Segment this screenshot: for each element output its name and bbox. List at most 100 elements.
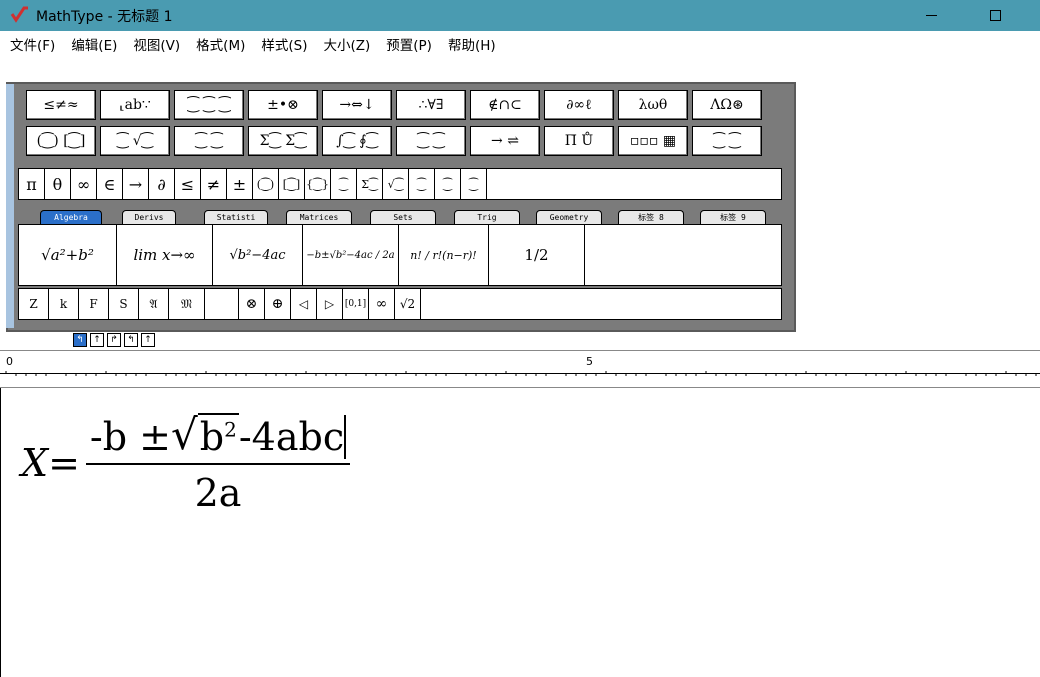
summations-palette-button[interactable]: Σ⁐ Σ⁐ (248, 126, 318, 156)
palette-row-2: (⁐) [⁐] ⁐ √⁐ ⁐ ⁐ Σ⁐ Σ⁐ ∫⁐ ∮⁐ ⁐ ⁐ → ⇌ Π̄ … (26, 126, 766, 156)
symbol-plus-minus[interactable]: ± (227, 169, 253, 199)
integrals-palette-button[interactable]: ∫⁐ ∮⁐ (322, 126, 392, 156)
logic-palette-button[interactable]: ∴∀∃ (396, 90, 466, 120)
symbol-empty-slot[interactable] (205, 289, 239, 319)
symbol-s[interactable]: S (109, 289, 139, 319)
products-palette-button[interactable]: Π̄ Ů (544, 126, 614, 156)
align-up-alt-icon[interactable]: ↑ (141, 333, 155, 347)
menu-view[interactable]: 视图(V) (127, 32, 186, 56)
symbol-infinity[interactable]: ∞ (71, 169, 97, 199)
fractions-radicals-palette-button[interactable]: ⁐ √⁐ (100, 126, 170, 156)
alignment-bar: ↰ ↑ ↱ ↰ ↑ (73, 333, 158, 347)
greek-lower-palette-button[interactable]: λωθ (618, 90, 688, 120)
embellishments-palette-button[interactable]: ⁐ ⁐ ⁐ (174, 90, 244, 120)
symbol-infinity-2[interactable]: ∞ (369, 289, 395, 319)
fences-palette-button[interactable]: (⁐) [⁐] (26, 126, 96, 156)
palette-row-1: ≤≠≈ ⸤ab∵ ⁐ ⁐ ⁐ ±•⊗ →⇔↓ ∴∀∃ ∉∩⊂ ∂∞ℓ λωθ Λ… (26, 90, 766, 120)
radicand: b2 (197, 413, 239, 459)
symbol-otimes[interactable]: ⊗ (239, 289, 265, 319)
menu-edit[interactable]: 编辑(E) (65, 32, 123, 56)
equation-equals: = (48, 440, 80, 485)
template-quadratic[interactable]: −b±√b²−4ac / 2a (303, 225, 399, 285)
symbol-element-of[interactable]: ∈ (97, 169, 123, 199)
template-superscript[interactable]: ⁐ (409, 169, 435, 199)
template-sqrt[interactable]: √⁐ (383, 169, 409, 199)
menu-preferences[interactable]: 预置(P) (380, 32, 438, 56)
toolbar-drag-handle[interactable] (6, 84, 14, 328)
greek-upper-palette-button[interactable]: ΛΩ⊛ (692, 90, 762, 120)
boxes-palette-button[interactable]: ⁐ ⁐ (692, 126, 762, 156)
symbol-fraktur-a[interactable]: 𝔄 (139, 289, 169, 319)
symbol-fraktur-m[interactable]: 𝔐 (169, 289, 205, 319)
template-sub-superscript[interactable]: ⁐ (461, 169, 487, 199)
tab-trig[interactable]: Trig (454, 210, 520, 224)
bars-palette-button[interactable]: ⁐ ⁐ (396, 126, 466, 156)
template-braces[interactable]: {⁐} (305, 169, 331, 199)
template-parens[interactable]: (⁐) (253, 169, 279, 199)
align-left-icon[interactable]: ↰ (73, 333, 87, 347)
symbol-leq[interactable]: ≤ (175, 169, 201, 199)
template-sum[interactable]: Σ⁐ (357, 169, 383, 199)
tab-matrices[interactable]: Matrices (286, 210, 352, 224)
equation[interactable]: X = -b ± √ b2 -4abc 2a (21, 410, 351, 515)
minimize-button[interactable] (908, 0, 954, 31)
menu-size[interactable]: 大小(Z) (317, 32, 376, 56)
symbol-f[interactable]: F (79, 289, 109, 319)
ruler-ticks (5, 371, 1037, 376)
equation-editor[interactable]: X = -b ± √ b2 -4abc 2a (0, 388, 1040, 677)
template-limit[interactable]: lim x→∞ (117, 225, 213, 285)
mathtype-logo-icon (10, 6, 28, 23)
template-fraction[interactable]: ⁐ (331, 169, 357, 199)
relations-palette-button[interactable]: ≤≠≈ (26, 90, 96, 120)
tab-algebra[interactable]: Algebra (40, 210, 102, 224)
tab-geometry[interactable]: Geometry (536, 210, 602, 224)
ruler[interactable]: 0 5 (0, 350, 1040, 388)
menu-style[interactable]: 样式(S) (255, 32, 313, 56)
window-title: MathType - 无标题 1 (36, 9, 173, 25)
menu-format[interactable]: 格式(M) (190, 32, 251, 56)
symbol-pi[interactable]: π (19, 169, 45, 199)
scripts-palette-button[interactable]: ⁐ ⁐ (174, 126, 244, 156)
maximize-button[interactable] (972, 0, 1018, 31)
symbol-sqrt-2[interactable]: √2 (395, 289, 421, 319)
symbol-theta[interactable]: θ (45, 169, 71, 199)
menu-file[interactable]: 文件(F) (4, 32, 61, 56)
tab-label-8[interactable]: 标签 8 (618, 210, 684, 224)
symbol-right-arrow[interactable]: → (123, 169, 149, 199)
symbol-z[interactable]: Z (19, 289, 49, 319)
symbol-left-triangle[interactable]: ◁ (291, 289, 317, 319)
tab-derivs[interactable]: Derivs (122, 210, 176, 224)
align-left-alt-icon[interactable]: ↰ (124, 333, 138, 347)
template-discriminant[interactable]: √b²−4ac (213, 225, 303, 285)
symbol-neq[interactable]: ≠ (201, 169, 227, 199)
symbol-k[interactable]: k (49, 289, 79, 319)
misc-palette-button[interactable]: ∂∞ℓ (544, 90, 614, 120)
arrows-palette-button[interactable]: →⇔↓ (322, 90, 392, 120)
labeled-arrows-palette-button[interactable]: → ⇌ (470, 126, 540, 156)
template-hypotenuse[interactable]: √a²+b² (19, 225, 117, 285)
sets-palette-button[interactable]: ∉∩⊂ (470, 90, 540, 120)
align-right-icon[interactable]: ↱ (107, 333, 121, 347)
template-one-half[interactable]: 1/2 (489, 225, 585, 285)
menu-help[interactable]: 帮助(H) (442, 32, 502, 56)
spaces-palette-button[interactable]: ⸤ab∵ (100, 90, 170, 120)
template-subscript[interactable]: ⁐ (435, 169, 461, 199)
matrices-palette-button[interactable]: ▫▫▫ ▦ (618, 126, 688, 156)
symbol-partial[interactable]: ∂ (149, 169, 175, 199)
operators-palette-button[interactable]: ±•⊗ (248, 90, 318, 120)
align-up-icon[interactable]: ↑ (90, 333, 104, 347)
tab-label-9[interactable]: 标签 9 (700, 210, 766, 224)
menu-bar: 文件(F) 编辑(E) 视图(V) 格式(M) 样式(S) 大小(Z) 预置(P… (0, 31, 1040, 56)
equation-numerator: -b ± √ b2 -4abc (85, 410, 351, 465)
symbol-oplus[interactable]: ⊕ (265, 289, 291, 319)
template-brackets[interactable]: [⁐] (279, 169, 305, 199)
symbol-right-triangle[interactable]: ▷ (317, 289, 343, 319)
bottom-symbol-bar: Z k F S 𝔄 𝔐 ⊗ ⊕ ◁ ▷ [0,1] ∞ √2 (18, 288, 782, 320)
template-bar: √a²+b² lim x→∞ √b²−4ac −b±√b²−4ac / 2a n… (18, 224, 782, 286)
tab-statistics[interactable]: Statisti (204, 210, 268, 224)
symbol-interval[interactable]: [0,1] (343, 289, 369, 319)
numerator-suffix: -4abc (238, 415, 347, 459)
radicand-base: b (199, 415, 225, 459)
template-combination[interactable]: n! / r!(n−r)! (399, 225, 489, 285)
tab-sets[interactable]: Sets (370, 210, 436, 224)
